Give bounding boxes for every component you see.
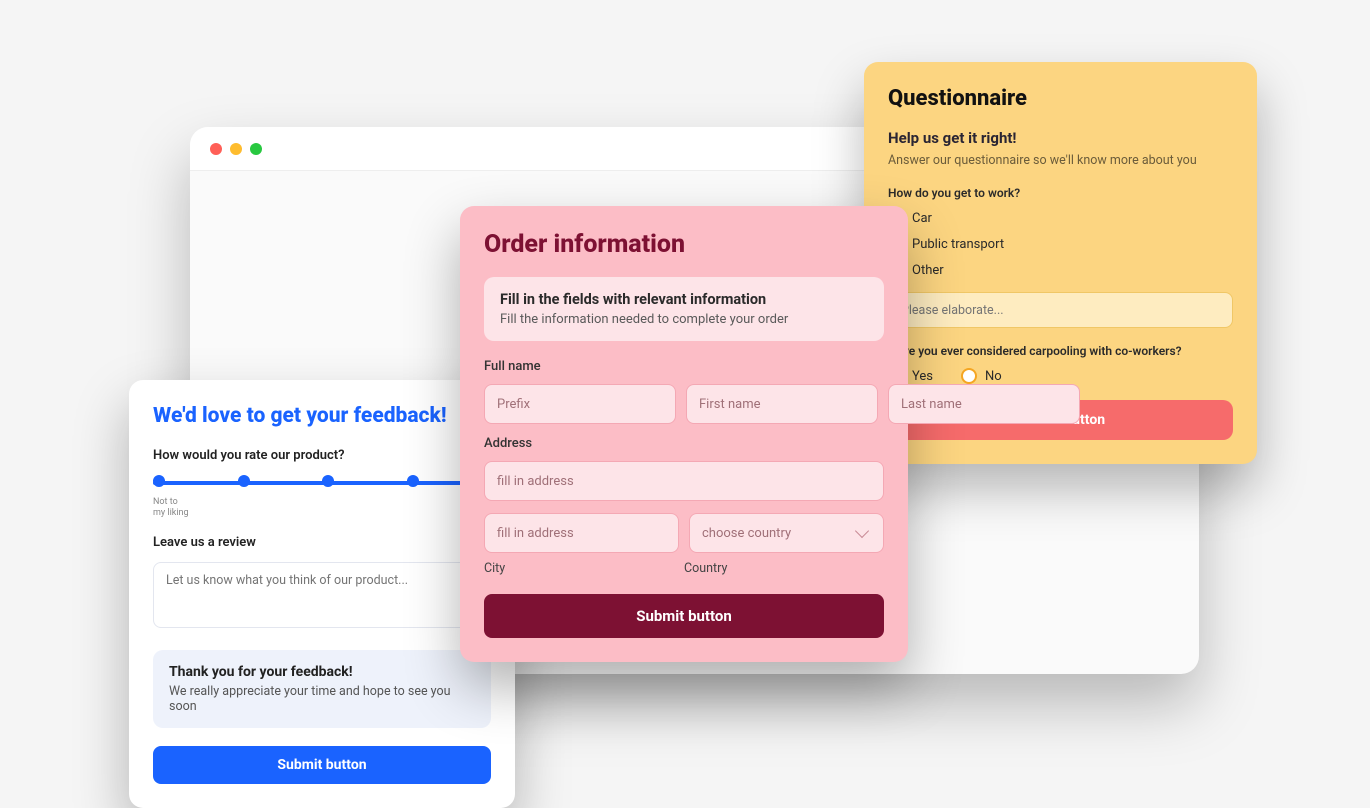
- order-title: Order information: [484, 230, 884, 259]
- radio-icon: [961, 368, 977, 384]
- feedback-title: We'd love to get your feedback!: [153, 404, 491, 428]
- window-close-icon[interactable]: [210, 143, 222, 155]
- city-input[interactable]: [484, 513, 679, 553]
- last-name-input[interactable]: [888, 384, 1080, 424]
- q1-option-other[interactable]: Other: [888, 262, 1233, 278]
- order-box-body: Fill the information needed to complete …: [500, 312, 868, 327]
- city-sublabel: City: [484, 561, 684, 576]
- window-minimize-icon[interactable]: [230, 143, 242, 155]
- slider-stop-4[interactable]: [407, 475, 419, 487]
- order-info-box: Fill in the fields with relevant informa…: [484, 277, 884, 341]
- feedback-submit-button[interactable]: Submit button: [153, 746, 491, 784]
- q1-elaborate-input[interactable]: [888, 292, 1233, 328]
- radio-label: Public transport: [912, 237, 1004, 252]
- order-box-title: Fill in the fields with relevant informa…: [500, 291, 868, 308]
- thank-title: Thank you for your feedback!: [169, 664, 475, 680]
- rating-slider[interactable]: [153, 475, 491, 491]
- questionnaire-subdesc: Answer our questionnaire so we'll know m…: [888, 153, 1233, 168]
- prefix-input[interactable]: [484, 384, 676, 424]
- q2-option-no[interactable]: No: [961, 368, 1002, 384]
- q1-label: How do you get to work?: [888, 186, 1233, 200]
- fullname-label: Full name: [484, 359, 884, 374]
- q1-option-car[interactable]: Car: [888, 210, 1233, 226]
- radio-label: Car: [912, 211, 932, 226]
- slider-min-caption: Not to my liking: [153, 497, 491, 519]
- address-label: Address: [484, 436, 884, 451]
- country-select-label: choose country: [702, 526, 791, 541]
- slider-stop-1[interactable]: [153, 475, 165, 487]
- rate-label: How would you rate our product?: [153, 448, 491, 463]
- first-name-input[interactable]: [686, 384, 878, 424]
- radio-label: Other: [912, 263, 944, 278]
- feedback-card: We'd love to get your feedback! How woul…: [129, 380, 515, 808]
- address-input[interactable]: [484, 461, 884, 501]
- country-sublabel: Country: [684, 561, 727, 576]
- review-label: Leave us a review: [153, 535, 491, 550]
- order-submit-button[interactable]: Submit button: [484, 594, 884, 638]
- questionnaire-subhead: Help us get it right!: [888, 129, 1233, 147]
- radio-label: No: [985, 369, 1002, 384]
- chevron-down-icon: [855, 524, 869, 538]
- review-textarea[interactable]: [153, 562, 491, 628]
- slider-stop-2[interactable]: [238, 475, 250, 487]
- window-maximize-icon[interactable]: [250, 143, 262, 155]
- thank-you-box: Thank you for your feedback! We really a…: [153, 650, 491, 728]
- order-card: Order information Fill in the fields wit…: [460, 206, 908, 662]
- thank-body: We really appreciate your time and hope …: [169, 684, 475, 714]
- questionnaire-title: Questionnaire: [888, 86, 1233, 111]
- radio-label: Yes: [912, 369, 933, 384]
- country-select[interactable]: choose country: [689, 513, 884, 553]
- q2-label: Have you ever considered carpooling with…: [888, 344, 1233, 358]
- q1-option-public-transport[interactable]: Public transport: [888, 236, 1233, 252]
- slider-stop-3[interactable]: [322, 475, 334, 487]
